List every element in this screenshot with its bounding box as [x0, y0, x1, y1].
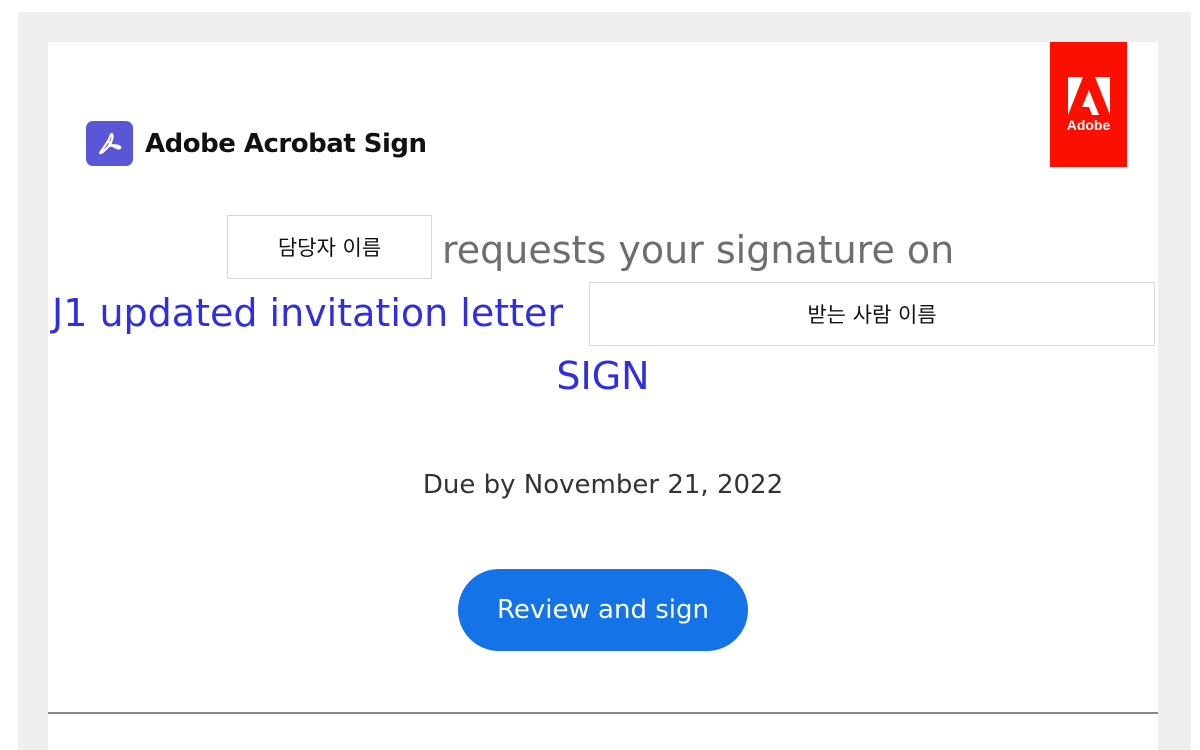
product-brand: Adobe Acrobat Sign: [86, 121, 427, 166]
footer-divider: [48, 712, 1158, 714]
document-name-suffix[interactable]: SIGN: [48, 354, 1158, 398]
document-name-link[interactable]: J1 updated invitation letter: [52, 291, 563, 335]
acrobat-pdf-icon: [86, 121, 133, 166]
adobe-logo-text: Adobe: [1066, 116, 1111, 133]
review-and-sign-button[interactable]: Review and sign: [458, 569, 748, 651]
product-name: Adobe Acrobat Sign: [145, 128, 427, 159]
email-card: Adobe Acrobat Sign Adobe 담당자 이름 requests…: [48, 42, 1158, 750]
due-date-text: Due by November 21, 2022: [422, 470, 784, 500]
adobe-logo: Adobe: [1050, 42, 1127, 167]
recipient-name-box: 받는 사람 이름: [589, 282, 1155, 346]
request-text: requests your signature on: [442, 228, 955, 272]
sender-name-box: 담당자 이름: [227, 215, 432, 279]
adobe-a-icon: [1067, 76, 1110, 115]
